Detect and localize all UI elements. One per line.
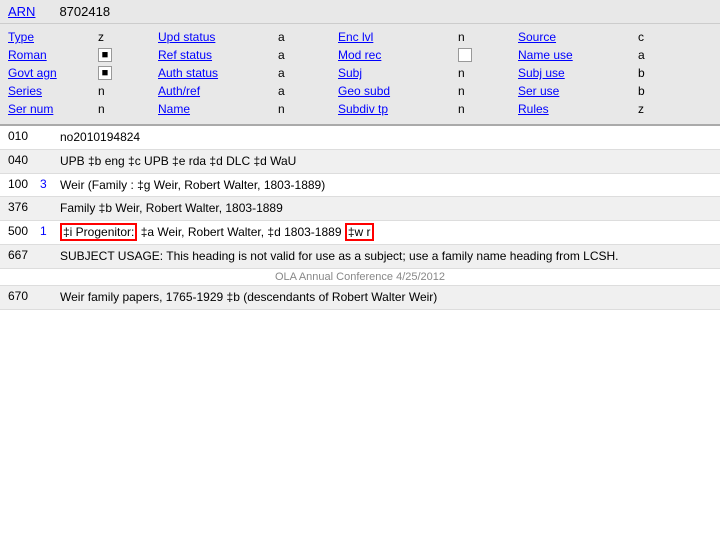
field-label-name-use[interactable]: Name use <box>518 48 638 62</box>
field-value-name: n <box>278 102 338 116</box>
field-label-subj[interactable]: Subj <box>338 66 458 80</box>
tag-376: 376 <box>0 200 40 214</box>
field-value-mod-rec <box>458 48 518 62</box>
field-label-subdiv-tp[interactable]: Subdiv tp <box>338 102 458 116</box>
fields-section: Type z Upd status a Enc lvl n Source c R… <box>0 24 720 126</box>
field-label-auth-ref[interactable]: Auth/ref <box>158 84 278 98</box>
data-010: no2010194824 <box>60 129 720 146</box>
table-row: 500 1 ‡i Progenitor: ‡a Weir, Robert Wal… <box>0 221 720 245</box>
field-label-type[interactable]: Type <box>8 30 98 44</box>
field-value-subj-use: b <box>638 66 678 80</box>
field-label-rules[interactable]: Rules <box>518 102 638 116</box>
tag-040: 040 <box>0 153 40 167</box>
field-label-ser-use[interactable]: Ser use <box>518 84 638 98</box>
data-040: UPB ‡b eng ‡c UPB ‡e rda ‡d DLC ‡d WaU <box>60 153 720 170</box>
arn-value: 8702418 <box>59 4 110 19</box>
field-value-subj: n <box>458 66 518 80</box>
field-label-name[interactable]: Name <box>158 102 278 116</box>
field-label-source[interactable]: Source <box>518 30 638 44</box>
fields-grid: Type z Upd status a Enc lvl n Source c R… <box>8 30 712 116</box>
field-label-geo-subd[interactable]: Geo subd <box>338 84 458 98</box>
table-row: 100 3 Weir (Family : ‡g Weir, Robert Wal… <box>0 174 720 198</box>
data-670: Weir family papers, 1765-1929 ‡b (descen… <box>60 289 720 306</box>
field-label-ser-num[interactable]: Ser num <box>8 102 98 116</box>
field-label-mod-rec[interactable]: Mod rec <box>338 48 458 62</box>
data-section: 010 no2010194824 040 UPB ‡b eng ‡c UPB ‡… <box>0 126 720 310</box>
field-value-roman: ■ <box>98 48 158 62</box>
field-value-ser-use: b <box>638 84 678 98</box>
field-label-upd-status[interactable]: Upd status <box>158 30 278 44</box>
tag-670: 670 <box>0 289 40 303</box>
watermark-row: OLA Annual Conference 4/25/2012 <box>0 269 720 286</box>
field-value-geo-subd: n <box>458 84 518 98</box>
data-667: SUBJECT USAGE: This heading is not valid… <box>60 248 720 265</box>
field-label-series[interactable]: Series <box>8 84 98 98</box>
field-label-auth-status[interactable]: Auth status <box>158 66 278 80</box>
table-row: 670 Weir family papers, 1765-1929 ‡b (de… <box>0 286 720 310</box>
ind-100: 3 <box>40 177 60 191</box>
field-value-upd-status: a <box>278 30 338 44</box>
table-row: 376 Family ‡b Weir, Robert Walter, 1803-… <box>0 197 720 221</box>
data-100: Weir (Family : ‡g Weir, Robert Walter, 1… <box>60 177 720 194</box>
tag-667: 667 <box>0 248 40 262</box>
tag-100: 100 <box>0 177 40 191</box>
field-value-name-use: a <box>638 48 678 62</box>
table-row: 010 no2010194824 <box>0 126 720 150</box>
data-500-highlight: ‡w r <box>345 223 374 241</box>
field-label-enc-lvl[interactable]: Enc lvl <box>338 30 458 44</box>
data-500-middle: ‡a Weir, Robert Walter, ‡d 1803-1889 <box>141 225 342 239</box>
field-value-auth-ref: a <box>278 84 338 98</box>
tag-500: 500 <box>0 224 40 238</box>
field-label-ref-status[interactable]: Ref status <box>158 48 278 62</box>
data-500-pre-highlight: ‡i Progenitor: <box>60 223 137 241</box>
field-value-govt-agn: ■ <box>98 66 158 80</box>
table-row: 040 UPB ‡b eng ‡c UPB ‡e rda ‡d DLC ‡d W… <box>0 150 720 174</box>
arn-link[interactable]: ARN <box>8 4 35 19</box>
field-value-series: n <box>98 84 158 98</box>
field-label-roman[interactable]: Roman <box>8 48 98 62</box>
ind-500: 1 <box>40 224 60 238</box>
field-value-enc-lvl: n <box>458 30 518 44</box>
tag-010: 010 <box>0 129 40 143</box>
field-label-govt-agn[interactable]: Govt agn <box>8 66 98 80</box>
data-376: Family ‡b Weir, Robert Walter, 1803-1889 <box>60 200 720 217</box>
watermark-text: OLA Annual Conference 4/25/2012 <box>0 271 720 283</box>
data-500: ‡i Progenitor: ‡a Weir, Robert Walter, ‡… <box>60 224 720 241</box>
field-value-subdiv-tp: n <box>458 102 518 116</box>
header-bar: ARN 8702418 <box>0 0 720 24</box>
field-label-subj-use[interactable]: Subj use <box>518 66 638 80</box>
field-value-rules: z <box>638 102 678 116</box>
field-value-auth-status: a <box>278 66 338 80</box>
field-value-type: z <box>98 30 158 44</box>
field-value-ser-num: n <box>98 102 158 116</box>
table-row: 667 SUBJECT USAGE: This heading is not v… <box>0 245 720 269</box>
field-value-ref-status: a <box>278 48 338 62</box>
field-value-source: c <box>638 30 678 44</box>
